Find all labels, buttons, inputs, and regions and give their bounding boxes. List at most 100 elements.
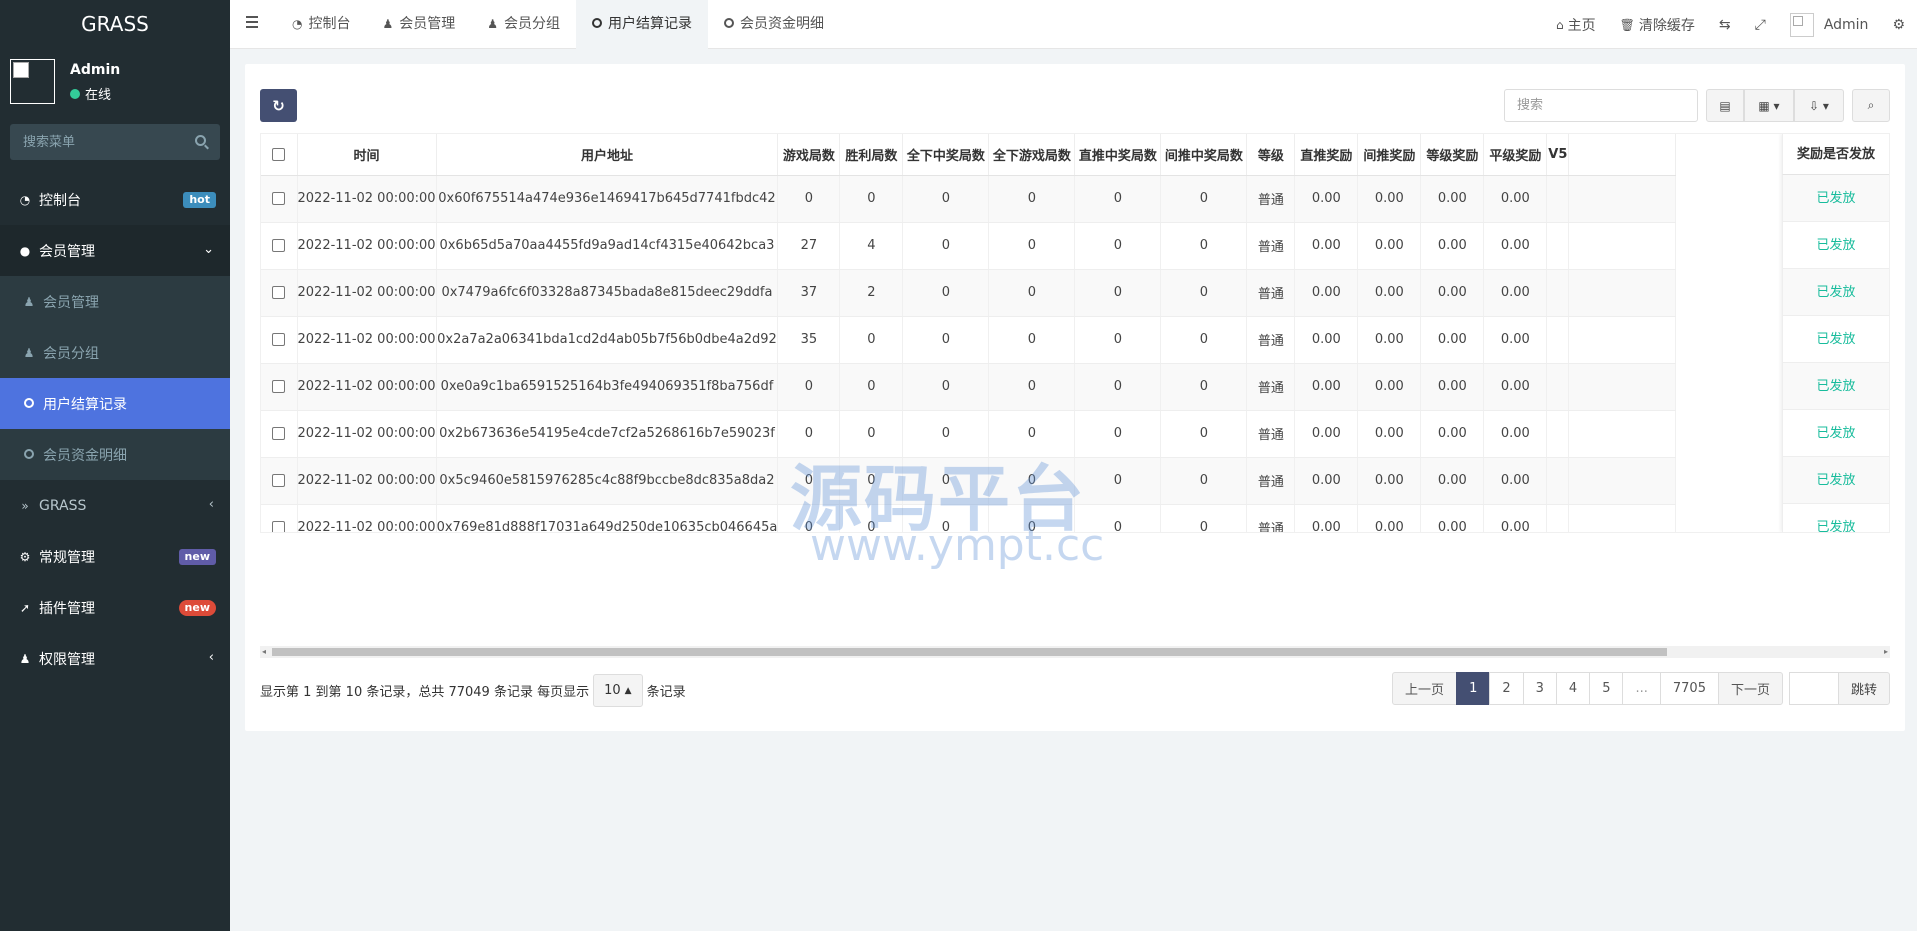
fullscreen-button[interactable]: ⤢	[1743, 0, 1778, 49]
page-size-select[interactable]: 10 ▲	[593, 674, 643, 707]
column-header[interactable]: 全下游戏局数	[988, 134, 1076, 176]
advanced-search-button[interactable]: ⌕	[1852, 89, 1890, 122]
tab-member[interactable]: ♟ 会员管理	[366, 0, 471, 49]
sidebar-subitem-label: 会员资金明细	[43, 447, 127, 464]
select-all-checkbox[interactable]	[272, 147, 286, 161]
table-cell: 0	[1074, 269, 1162, 317]
row-checkbox[interactable]	[272, 333, 286, 346]
row-checkbox[interactable]	[272, 474, 286, 487]
refresh-button[interactable]: ↻	[260, 89, 297, 122]
row-checkbox[interactable]	[272, 380, 286, 393]
scrollbar-thumb[interactable]	[272, 648, 1667, 656]
circle-icon	[724, 0, 735, 49]
user-icon: ♟	[23, 294, 35, 309]
page-button[interactable]: 1	[1456, 672, 1491, 705]
row-select-cell	[261, 504, 298, 532]
row-checkbox[interactable]	[272, 427, 286, 440]
page-button[interactable]: 5	[1589, 672, 1624, 705]
nav-tabs: ◔ 控制台 ♟ 会员管理 ♟ 会员分组 用户结算记录 会员资金明细	[276, 0, 840, 49]
search-icon[interactable]	[195, 135, 206, 146]
table-row[interactable]: 2022-11-02 00:00:00 0x5c9460e5815976285c4…	[261, 457, 1677, 505]
row-checkbox[interactable]	[272, 239, 286, 252]
admin-label: Admin	[1823, 16, 1869, 33]
table-search-input[interactable]	[1504, 89, 1698, 122]
table-row[interactable]: 2022-11-02 00:00:00 0x2a7a2a06341bda1cd2d…	[261, 316, 1677, 364]
table-cell: 0.00	[1294, 222, 1359, 270]
sidebar-item-plugin[interactable]: ➚ 插件管理 new	[0, 582, 230, 633]
table-cell: 0x7479a6fc6f03328a87345bada8e815deec29dd…	[436, 269, 779, 317]
tab-member-group[interactable]: ♟ 会员分组	[471, 0, 576, 49]
page-button[interactable]: 3	[1522, 672, 1557, 705]
row-checkbox[interactable]	[272, 192, 286, 205]
column-header[interactable]: 间推中奖局数	[1160, 134, 1248, 176]
column-header[interactable]: 直推中奖局数	[1074, 134, 1162, 176]
table-cell: 0x5c9460e5815976285c4c88f9bccbe8dc835a8d…	[436, 457, 779, 505]
tab-funds[interactable]: 会员资金明细	[708, 0, 840, 49]
page-button[interactable]: 4	[1555, 672, 1591, 705]
jump-button[interactable]: 跳转	[1837, 672, 1890, 705]
clear-cache-button[interactable]: 🗑 清除缓存	[1608, 0, 1707, 49]
table-cell: 37	[777, 269, 841, 317]
sidebar-subitem-settlement[interactable]: 用户结算记录	[0, 378, 230, 429]
hamburger-icon[interactable]	[246, 16, 258, 28]
column-header[interactable]: 胜利局数	[839, 134, 904, 176]
prev-page-button[interactable]: 上一页	[1392, 672, 1458, 705]
column-header[interactable]: 等级奖励	[1420, 134, 1485, 176]
export-button[interactable]: ⇩ ▾	[1794, 89, 1844, 122]
dashboard-icon: ◔	[19, 192, 31, 207]
table-cell: 0.00	[1420, 504, 1485, 532]
table-cell: 0	[777, 457, 841, 505]
row-checkbox[interactable]	[272, 286, 286, 299]
table-cell: 普通	[1246, 269, 1296, 317]
columns-button[interactable]: ▦ ▾	[1744, 89, 1794, 122]
table-cell: 0	[777, 504, 841, 532]
column-header[interactable]: 等级	[1246, 134, 1296, 176]
table-row[interactable]: 2022-11-02 00:00:00 0x769e81d888f17031a64…	[261, 504, 1677, 532]
table-row[interactable]: 2022-11-02 00:00:00 0x6b65d5a70aa4455fd9a…	[261, 222, 1677, 270]
settings-button[interactable]: ⚙	[1880, 0, 1917, 49]
table-row[interactable]: 2022-11-02 00:00:00 0x7479a6fc6f03328a873…	[261, 269, 1677, 317]
home-link[interactable]: ⌂ 主页	[1544, 0, 1608, 49]
sidebar-item-dashboard[interactable]: ◔ 控制台 hot	[0, 174, 230, 225]
column-header[interactable]: V5	[1546, 134, 1570, 176]
column-header[interactable]: 全下中奖局数	[902, 134, 990, 176]
sidebar-item-member[interactable]: ● 会员管理 ⌄	[0, 225, 230, 276]
tab-dashboard[interactable]: ◔ 控制台	[276, 0, 366, 49]
sidebar-subitem-member-group[interactable]: ♟ 会员分组	[0, 327, 230, 378]
next-page-button[interactable]: 下一页	[1717, 672, 1783, 705]
row-checkbox[interactable]	[272, 521, 286, 532]
scroll-right-icon[interactable]: ▸	[1884, 647, 1888, 656]
column-header[interactable]: 游戏局数	[777, 134, 841, 176]
user-panel: Admin 在线	[0, 49, 230, 116]
column-header[interactable]: 平级奖励	[1483, 134, 1548, 176]
page-button[interactable]: 2	[1489, 672, 1524, 705]
page-button[interactable]: 7705	[1659, 672, 1719, 705]
refresh-icon: ↻	[272, 96, 285, 115]
table-row[interactable]: 2022-11-02 00:00:00 0xe0a9c1ba6591525164b…	[261, 363, 1677, 411]
column-header[interactable]: 间推奖励	[1357, 134, 1422, 176]
jump-page-input[interactable]	[1788, 672, 1839, 705]
sidebar-subitem-member-manage[interactable]: ♟ 会员管理	[0, 276, 230, 327]
column-header[interactable]: 用户地址	[436, 134, 779, 176]
user-menu[interactable]: Admin	[1778, 0, 1881, 49]
column-header[interactable]: 直推奖励	[1294, 134, 1359, 176]
horizontal-scrollbar[interactable]: ◂ ▸	[260, 646, 1890, 658]
sidebar-item-general[interactable]: ⚙ 常规管理 new	[0, 531, 230, 582]
toggle-view-button[interactable]: ▤	[1706, 89, 1744, 122]
sidebar-subitem-label: 会员分组	[43, 345, 99, 362]
column-header[interactable]: 奖励是否发放	[1782, 134, 1889, 175]
table-row[interactable]: 2022-11-02 00:00:00 0x60f675514a474e936e1…	[261, 175, 1677, 223]
sidebar-item-grass[interactable]: » GRASS ‹	[0, 480, 230, 531]
table-row[interactable]: 2022-11-02 00:00:00 0x2b673636e54195e4cde…	[261, 410, 1677, 458]
tab-settlement[interactable]: 用户结算记录	[576, 0, 709, 49]
sidebar-item-label: GRASS	[39, 497, 87, 514]
table-cell: 0.00	[1420, 222, 1485, 270]
brand-logo[interactable]: GRASS	[0, 0, 230, 49]
menu-search-input[interactable]	[10, 124, 185, 160]
avatar	[10, 59, 55, 104]
column-header[interactable]: 时间	[297, 134, 437, 176]
sidebar-subitem-funds[interactable]: 会员资金明细	[0, 429, 230, 480]
language-button[interactable]: ⇆	[1707, 0, 1743, 49]
scroll-left-icon[interactable]: ◂	[262, 647, 266, 656]
sidebar-item-auth[interactable]: ♟ 权限管理 ‹	[0, 633, 230, 684]
